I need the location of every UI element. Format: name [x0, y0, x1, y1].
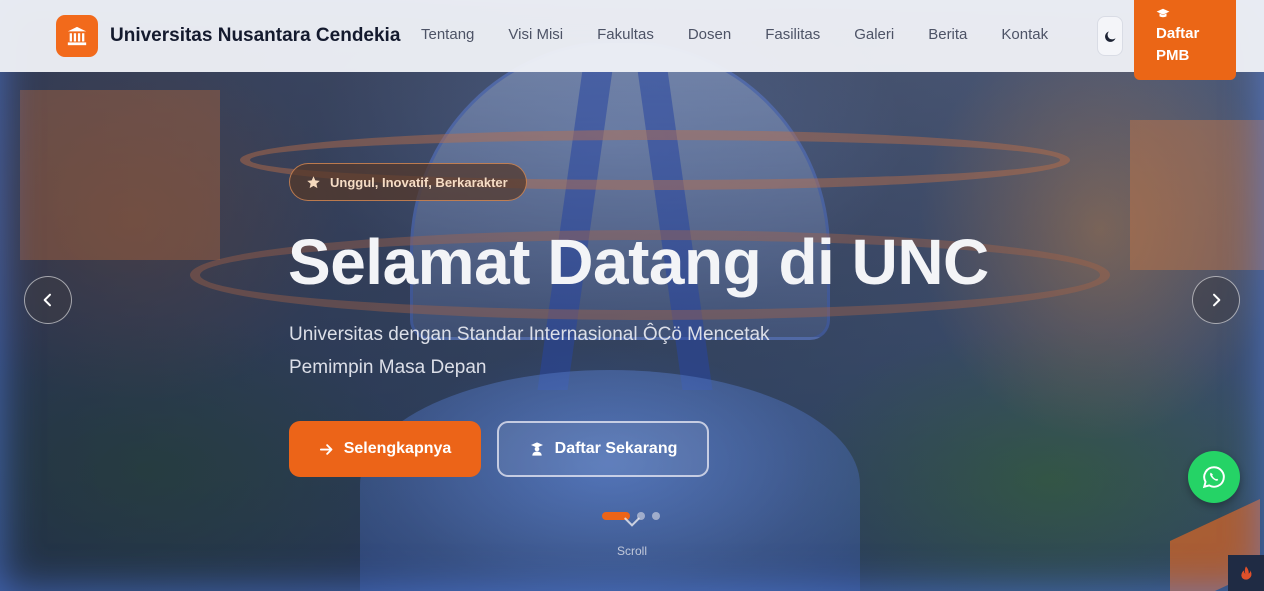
logo[interactable]	[56, 15, 98, 57]
carousel-next-button[interactable]	[1192, 276, 1240, 324]
building-right	[1130, 120, 1264, 270]
daftar-sekarang-label: Daftar Sekarang	[554, 440, 678, 457]
nav-link-tentang[interactable]: Tentang	[404, 26, 491, 43]
flame-icon	[1241, 566, 1252, 580]
university-building-icon	[67, 26, 87, 46]
moon-icon	[1104, 31, 1115, 42]
whatsapp-icon	[1202, 466, 1225, 489]
navbar: Universitas Nusantara Cendekia Tentang V…	[0, 0, 1264, 80]
building-left	[20, 90, 220, 260]
brand-name[interactable]: Universitas Nusantara Cendekia	[110, 25, 400, 47]
daftar-sekarang-button[interactable]: Daftar Sekarang	[497, 421, 709, 477]
carousel-prev-button[interactable]	[24, 276, 72, 324]
tagline-text: Unggul, Inovatif, Berkarakter	[330, 174, 508, 190]
daftar-pmb-button[interactable]: Daftar PMB	[1134, 0, 1236, 80]
whatsapp-button[interactable]	[1188, 451, 1240, 503]
selengkapnya-button[interactable]: Selengkapnya	[289, 421, 481, 477]
nav-menu: Tentang Visi Misi Fakultas Dosen Fasilit…	[404, 26, 1065, 43]
star-icon	[307, 175, 320, 188]
scroll-indicator[interactable]: Scroll	[616, 512, 648, 558]
selengkapnya-label: Selengkapnya	[343, 440, 452, 457]
fountain-lake	[360, 370, 860, 591]
nav-link-visi-misi[interactable]: Visi Misi	[491, 26, 580, 43]
carousel-dot-3[interactable]	[652, 512, 660, 520]
nav-link-berita[interactable]: Berita	[911, 26, 984, 43]
nav-link-fakultas[interactable]: Fakultas	[580, 26, 671, 43]
scroll-label: Scroll	[616, 544, 647, 558]
nav-link-dosen[interactable]: Dosen	[671, 26, 748, 43]
chevron-left-icon	[43, 293, 51, 307]
daftar-pmb-label: Daftar PMB	[1156, 25, 1200, 64]
chevron-right-icon	[1213, 293, 1221, 307]
chevron-down-icon	[624, 517, 640, 527]
hero-title: Selamat Datang di UNC	[288, 226, 989, 298]
corner-badge[interactable]	[1228, 555, 1264, 591]
nav-link-kontak[interactable]: Kontak	[984, 26, 1065, 43]
graduation-cap-icon	[1156, 8, 1170, 18]
graduate-icon	[530, 442, 543, 456]
hero-subtitle: Universitas dengan Standar Internasional…	[289, 324, 770, 378]
tagline-badge: Unggul, Inovatif, Berkarakter	[289, 163, 527, 201]
theme-toggle-button[interactable]	[1097, 16, 1123, 56]
nav-link-fasilitas[interactable]: Fasilitas	[748, 26, 837, 43]
arrow-right-icon	[319, 443, 333, 455]
nav-link-galeri[interactable]: Galeri	[837, 26, 911, 43]
